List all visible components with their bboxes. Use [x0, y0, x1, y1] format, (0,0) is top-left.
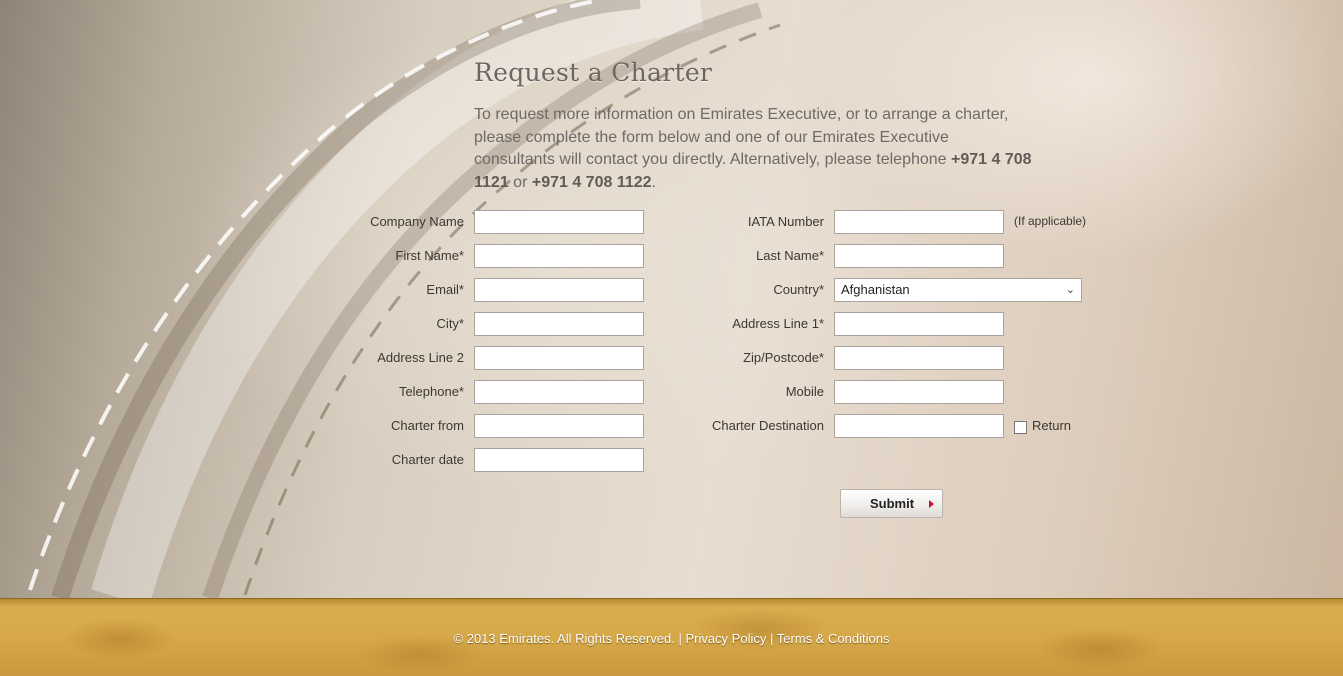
company-name-input[interactable] — [474, 210, 644, 234]
page-title: Request a Charter — [474, 58, 713, 87]
city-input[interactable] — [474, 312, 644, 336]
phone-number-2: +971 4 708 1122 — [531, 173, 652, 191]
telephone-input[interactable] — [474, 380, 644, 404]
email-input[interactable] — [474, 278, 644, 302]
country-selected-value: Afghanistan — [841, 282, 910, 297]
first-name-label: First Name* — [395, 248, 464, 263]
return-checkbox[interactable] — [1014, 421, 1027, 434]
privacy-policy-link[interactable]: Privacy Policy — [685, 631, 766, 646]
arrow-right-icon — [929, 500, 934, 508]
mobile-label: Mobile — [785, 384, 824, 399]
city-label: City* — [436, 316, 464, 331]
address-line-2-label: Address Line 2 — [377, 350, 464, 365]
submit-button[interactable]: Submit — [840, 489, 943, 518]
address-line-1-input[interactable] — [834, 312, 1004, 336]
iata-number-label: IATA Number — [747, 214, 824, 229]
charter-destination-label: Charter Destination — [712, 418, 824, 433]
iata-number-input[interactable] — [834, 210, 1004, 234]
charter-from-input[interactable] — [474, 414, 644, 438]
return-label: Return — [1032, 418, 1072, 433]
footer-text: © 2013 Emirates. All Rights Reserved. | … — [453, 631, 890, 646]
zip-postcode-input[interactable] — [834, 346, 1004, 370]
footer: © 2013 Emirates. All Rights Reserved. | … — [0, 598, 1343, 676]
intro-text: To request more information on Emirates … — [474, 106, 1032, 191]
terms-conditions-link[interactable]: Terms & Conditions — [777, 631, 890, 646]
last-name-label: Last Name* — [756, 248, 824, 263]
zip-postcode-label: Zip/Postcode* — [743, 350, 824, 365]
charter-date-input[interactable] — [474, 448, 644, 472]
iata-note: (If applicable) — [1014, 214, 1087, 228]
address-line-2-input[interactable] — [474, 346, 644, 370]
submit-label: Submit — [870, 496, 915, 511]
country-label: Country* — [773, 282, 824, 297]
chevron-down-icon: ⌄ — [1065, 284, 1075, 296]
first-name-input[interactable] — [474, 244, 644, 268]
charter-from-label: Charter from — [391, 418, 464, 433]
country-select[interactable]: Afghanistan ⌄ — [834, 278, 1082, 302]
mobile-input[interactable] — [834, 380, 1004, 404]
copyright-text: © 2013 Emirates. All Rights Reserved. — [453, 631, 675, 646]
last-name-input[interactable] — [834, 244, 1004, 268]
email-label: Email* — [426, 282, 464, 297]
charter-date-label: Charter date — [391, 452, 464, 467]
company-name-label: Company Name — [370, 214, 464, 229]
address-line-1-label: Address Line 1* — [732, 316, 824, 331]
telephone-label: Telephone* — [398, 384, 464, 399]
charter-destination-input[interactable] — [834, 414, 1004, 438]
